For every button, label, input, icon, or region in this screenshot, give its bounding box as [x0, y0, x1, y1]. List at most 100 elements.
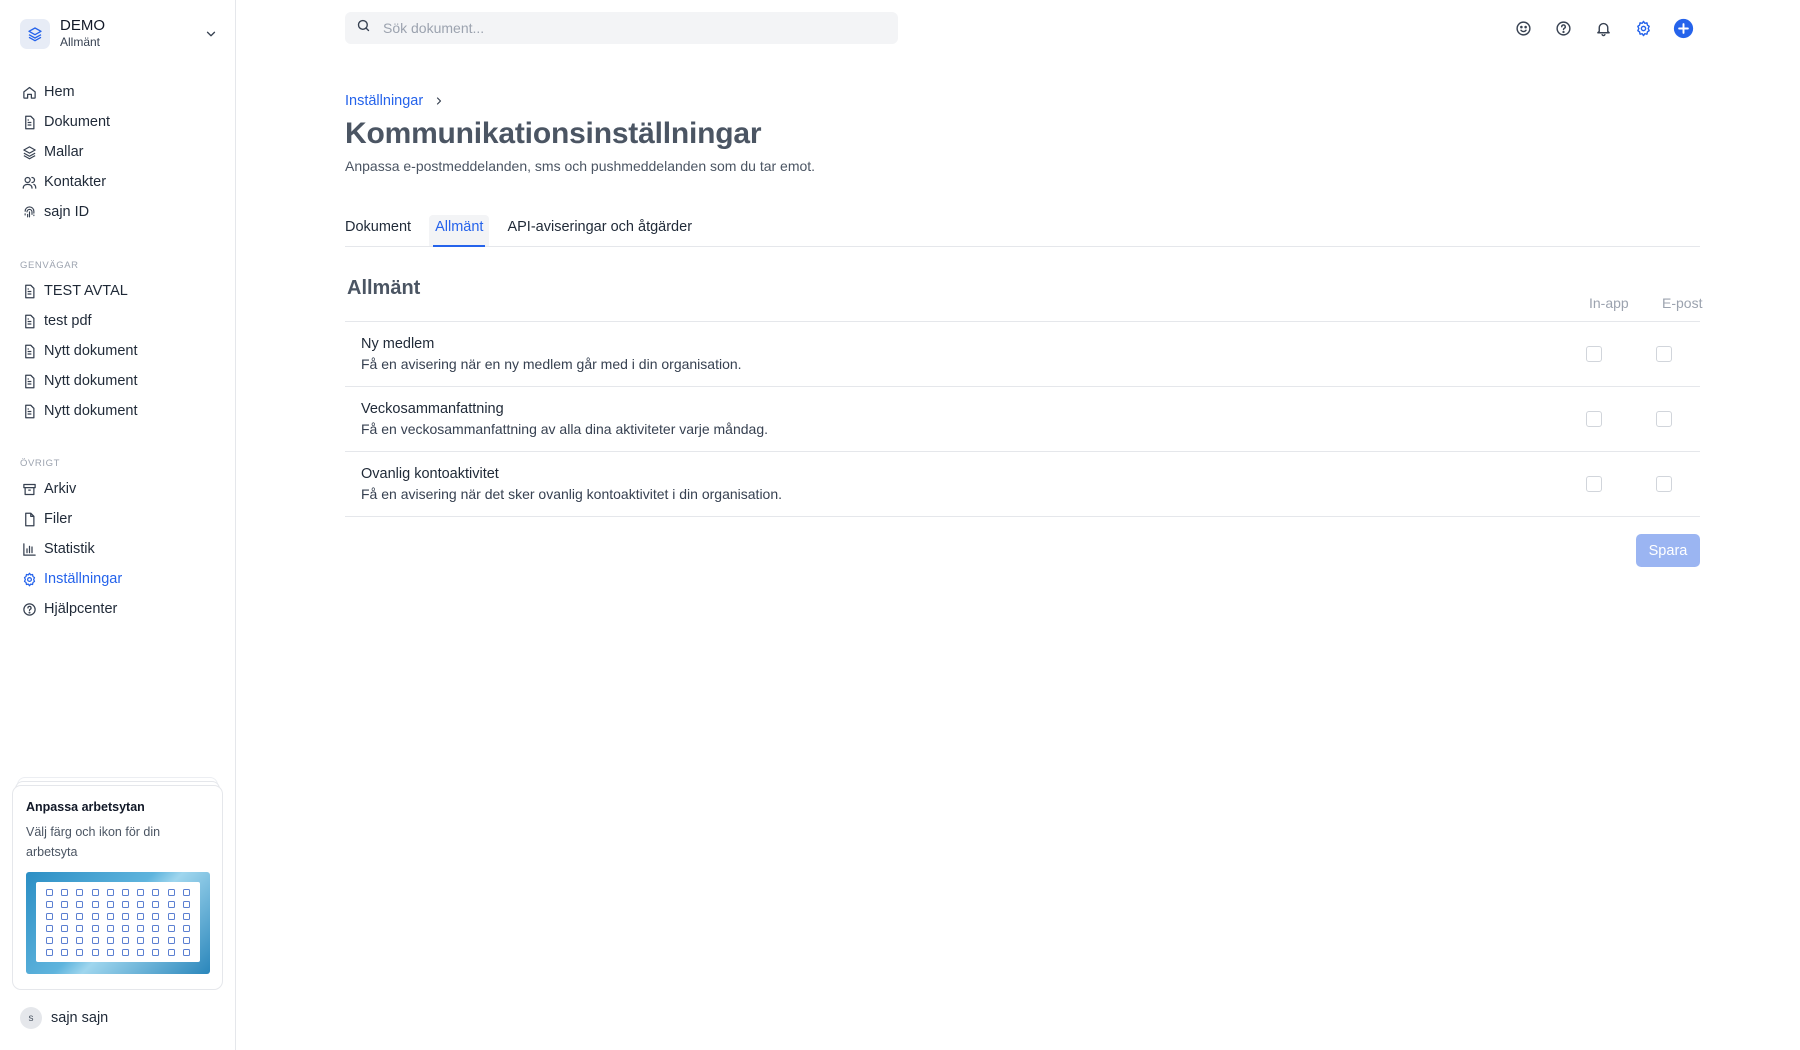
chevron-down-icon[interactable] — [202, 25, 220, 43]
grid-icon — [133, 922, 148, 934]
sidebar-item-help-center[interactable]: Hjälpcenter — [20, 594, 216, 624]
grid-icon — [42, 922, 57, 934]
page-subtitle: Anpassa e-postmeddelanden, sms och pushm… — [345, 158, 816, 174]
notification-settings-table: Ny medlem Få en avisering när en ny medl… — [345, 321, 1700, 517]
inapp-checkbox[interactable] — [1586, 476, 1602, 492]
grid-icon — [133, 946, 148, 958]
grid-icon — [133, 898, 148, 910]
grid-icon — [133, 886, 148, 898]
smile-icon[interactable] — [1512, 17, 1534, 39]
avatar: s — [20, 1007, 42, 1029]
sidebar-item-label: Dokument — [44, 114, 111, 130]
sidebar-item-settings[interactable]: Inställningar — [20, 564, 216, 594]
sidebar-item-contacts[interactable]: Kontakter — [20, 167, 216, 197]
sidebar-item-label: Statistik — [44, 541, 95, 557]
grid-icon — [57, 898, 72, 910]
grid-icon — [103, 886, 118, 898]
grid-icon — [42, 934, 57, 946]
grid-icon — [179, 910, 194, 922]
bell-icon[interactable] — [1592, 17, 1614, 39]
breadcrumb-link-settings[interactable]: Inställningar — [345, 93, 423, 109]
fingerprint-icon — [20, 203, 38, 221]
sidebar: DEMO Allmänt Hem Dokument Mallar Kontakt… — [0, 0, 236, 1050]
row-description: Få en veckosammanfattning av alla dina a… — [361, 421, 768, 437]
sidebar-item-shortcut[interactable]: Nytt dokument — [20, 366, 216, 396]
grid-icon — [42, 910, 57, 922]
document-icon — [20, 282, 38, 300]
grid-icon — [164, 934, 179, 946]
grid-icon — [148, 886, 163, 898]
grid-icon — [118, 898, 133, 910]
sidebar-item-files[interactable]: Filer — [20, 504, 216, 534]
sidebar-item-label: TEST AVTAL — [44, 283, 128, 299]
grid-icon — [103, 946, 118, 958]
grid-icon — [103, 934, 118, 946]
grid-icon — [164, 910, 179, 922]
inapp-checkbox[interactable] — [1586, 346, 1602, 362]
help-icon[interactable] — [1552, 17, 1574, 39]
sidebar-item-shortcut[interactable]: TEST AVTAL — [20, 276, 216, 306]
sidebar-item-home[interactable]: Hem — [20, 77, 216, 107]
email-checkbox[interactable] — [1656, 346, 1672, 362]
archive-icon — [20, 480, 38, 498]
column-header-email: E-post — [1662, 295, 1703, 311]
sidebar-item-label: Inställningar — [44, 571, 123, 587]
grid-icon — [72, 910, 87, 922]
gear-icon[interactable] — [1632, 17, 1654, 39]
tab-bar: Dokument Allmänt API-aviseringar och åtg… — [345, 215, 1700, 247]
sidebar-item-sajn-id[interactable]: sajn ID — [20, 197, 216, 227]
grid-icon — [72, 922, 87, 934]
row-description: Få en avisering när en ny medlem går med… — [361, 356, 742, 372]
document-icon — [20, 342, 38, 360]
row-title: Ovanlig kontoaktivitet — [361, 466, 499, 482]
bar-chart-icon — [20, 540, 38, 558]
document-icon — [20, 372, 38, 390]
sidebar-item-shortcut[interactable]: test pdf — [20, 306, 216, 336]
chevron-right-icon — [433, 95, 445, 107]
save-button[interactable]: Spara — [1636, 534, 1700, 567]
email-checkbox[interactable] — [1656, 476, 1672, 492]
sidebar-item-label: Hem — [44, 84, 75, 100]
sidebar-item-statistics[interactable]: Statistik — [20, 534, 216, 564]
sidebar-item-shortcut[interactable]: Nytt dokument — [20, 336, 216, 366]
grid-icon — [42, 886, 57, 898]
workspace-name: DEMO — [60, 17, 105, 34]
workspace-logo-icon — [20, 19, 50, 49]
sidebar-item-archive[interactable]: Arkiv — [20, 474, 216, 504]
sidebar-item-label: Filer — [44, 511, 73, 527]
grid-icon — [164, 898, 179, 910]
inapp-checkbox[interactable] — [1586, 411, 1602, 427]
tab-general[interactable]: Allmänt — [429, 215, 490, 247]
email-checkbox[interactable] — [1656, 411, 1672, 427]
grid-icon — [118, 886, 133, 898]
search-input[interactable] — [383, 20, 863, 36]
grid-icon — [57, 922, 72, 934]
grid-icon — [42, 946, 57, 958]
search-bar[interactable] — [345, 12, 898, 44]
other-nav: ÖVRIGT Arkiv Filer Statistik Inställning… — [20, 458, 216, 624]
section-label-shortcuts: GENVÄGAR — [20, 260, 79, 271]
grid-icon — [88, 910, 103, 922]
grid-icon — [103, 898, 118, 910]
grid-icon — [164, 886, 179, 898]
sidebar-item-documents[interactable]: Dokument — [20, 107, 216, 137]
customize-workspace-card[interactable]: Anpassa arbetsytan Välj färg och ikon fö… — [12, 785, 223, 990]
sidebar-item-templates[interactable]: Mallar — [20, 137, 216, 167]
grid-icon — [88, 922, 103, 934]
grid-icon — [57, 946, 72, 958]
table-row: Ny medlem Få en avisering när en ny medl… — [345, 322, 1700, 387]
grid-icon — [72, 898, 87, 910]
layers-icon — [20, 143, 38, 161]
grid-icon — [103, 922, 118, 934]
tab-documents[interactable]: Dokument — [345, 215, 417, 246]
user-menu[interactable]: s sajn sajn — [20, 1007, 108, 1029]
promo-text: Välj färg och ikon för din arbetsyta — [26, 825, 161, 859]
main-nav: Hem Dokument Mallar Kontakter sajn ID — [20, 77, 216, 227]
tab-api-notifications[interactable]: API-aviseringar och åtgärder — [501, 215, 698, 246]
plus-circle-icon[interactable] — [1672, 17, 1694, 39]
section-title: Allmänt — [347, 277, 421, 299]
grid-icon — [57, 910, 72, 922]
sidebar-item-shortcut[interactable]: Nytt dokument — [20, 396, 216, 426]
workspace-switcher[interactable]: DEMO Allmänt — [20, 16, 220, 52]
search-icon — [356, 18, 371, 38]
